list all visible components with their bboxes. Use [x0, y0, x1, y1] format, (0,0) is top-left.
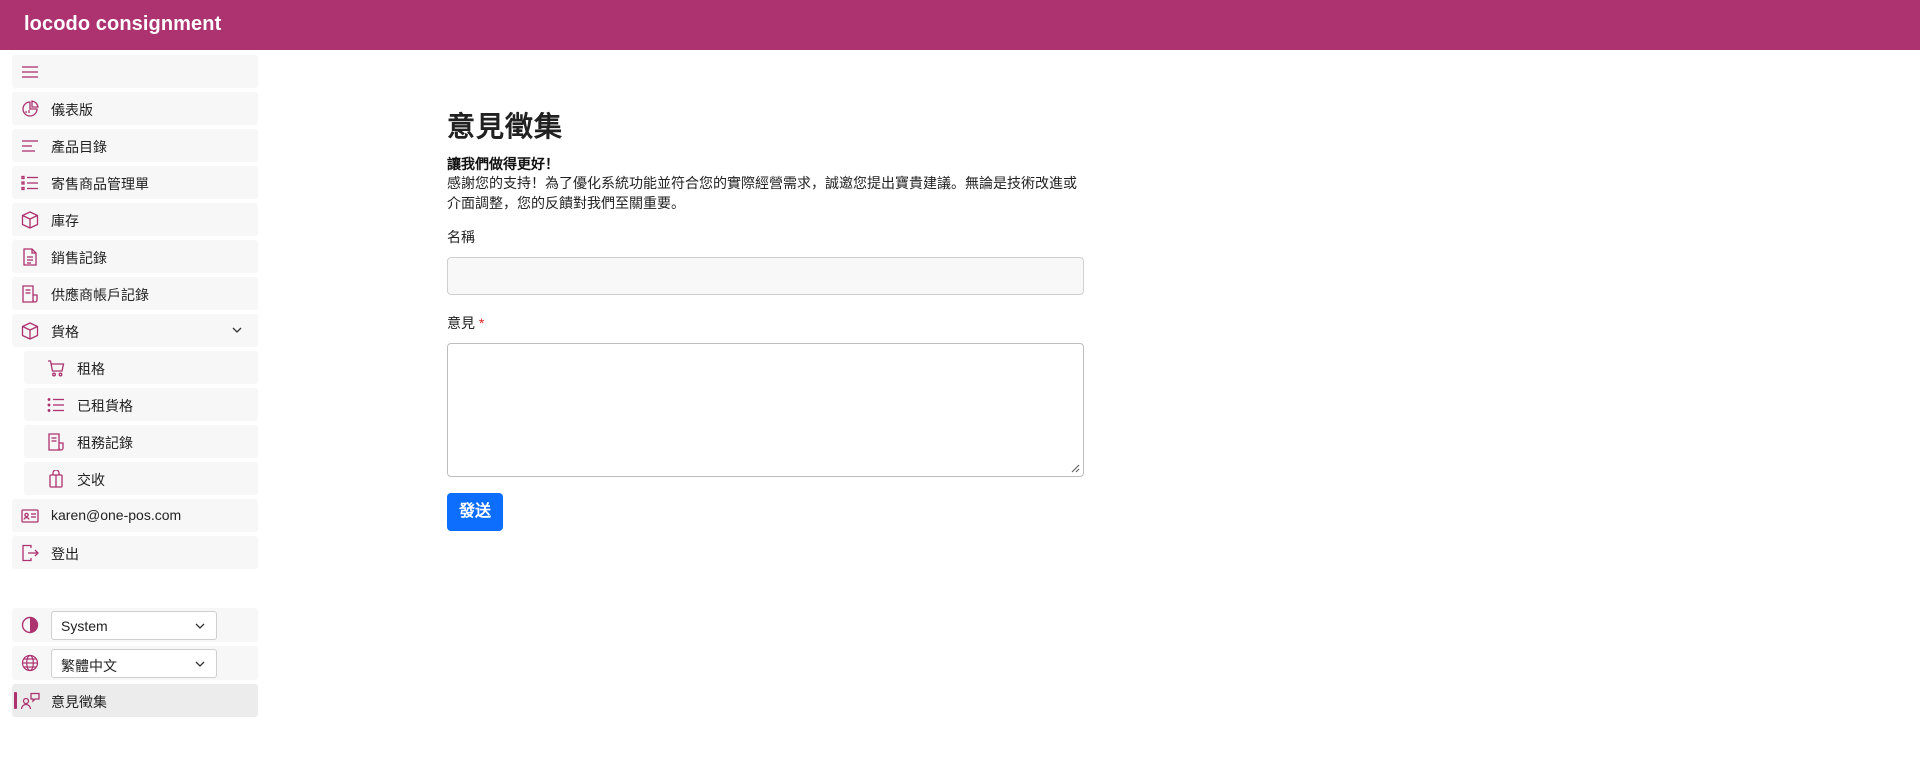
comment-label: 意見 *: [447, 313, 1084, 333]
receipt-icon: [46, 432, 66, 452]
cart-icon: [46, 358, 66, 378]
receipt-icon: [20, 284, 40, 304]
sidebar-item-catalog[interactable]: 產品目錄: [12, 129, 258, 162]
theme-select[interactable]: System: [51, 611, 217, 640]
chevron-down-icon: [232, 327, 242, 333]
box-icon: [20, 210, 40, 230]
app-title[interactable]: locodo consignment: [24, 13, 221, 36]
sidebar-item-label: 儀表版: [51, 102, 93, 118]
feedback-icon: [20, 691, 40, 711]
language-select[interactable]: 繁體中文: [51, 649, 217, 678]
box-icon: [20, 321, 40, 341]
language-row: 繁體中文: [12, 646, 258, 680]
theme-select-value: System: [61, 618, 108, 634]
sidebar-item-logout[interactable]: 登出: [12, 536, 258, 569]
sidebar-subitem-handover[interactable]: 交收: [24, 462, 258, 495]
sidebar-item-account[interactable]: karen@one-pos.com: [12, 499, 258, 532]
name-field[interactable]: [447, 257, 1084, 295]
list-icon: [20, 173, 40, 193]
sidebar-subitem-rented-shelves[interactable]: 已租貨格: [24, 388, 258, 421]
globe-icon: [20, 653, 40, 673]
name-label-text: 名稱: [447, 229, 475, 245]
sidebar-item-consignment-orders[interactable]: 寄售商品管理單: [12, 166, 258, 199]
sidebar-item-supplier-accounts[interactable]: 供應商帳戶記錄: [12, 277, 258, 310]
sidebar-item-feedback[interactable]: 意見徵集: [12, 684, 258, 717]
name-label: 名稱: [447, 227, 1084, 247]
feedback-form: 意見徵集 讓我們做得更好！ 感謝您的支持！為了優化系統功能並符合您的實際經營需求…: [447, 105, 1084, 531]
sidebar-item-label: 貨格: [51, 324, 79, 340]
sidebar-subitem-rental-records[interactable]: 租務記錄: [24, 425, 258, 458]
hamburger-icon: [20, 62, 40, 82]
chevron-down-icon: [195, 623, 205, 629]
logout-icon: [20, 543, 40, 563]
contrast-icon: [20, 615, 40, 635]
comment-textarea[interactable]: [447, 343, 1084, 477]
sidebar-item-label: 銷售記錄: [51, 250, 107, 266]
sidebar-item-label: 意見徵集: [51, 694, 107, 710]
language-select-value: 繁體中文: [61, 658, 117, 674]
chevron-down-icon: [195, 661, 205, 667]
menu-toggle-button[interactable]: [12, 55, 258, 88]
sidebar-item-label: 已租貨格: [77, 398, 133, 414]
required-mark: *: [478, 315, 485, 331]
theme-row: System: [12, 608, 258, 642]
sidebar-item-label: 供應商帳戶記錄: [51, 287, 149, 303]
id-card-icon: [20, 506, 40, 526]
resize-handle-icon[interactable]: [1070, 463, 1080, 473]
lines-icon: [20, 136, 40, 156]
sidebar-item-inventory[interactable]: 庫存: [12, 203, 258, 236]
top-bar: locodo consignment: [0, 0, 1920, 50]
submit-button[interactable]: 發送: [447, 493, 504, 531]
sidebar-item-shelves[interactable]: 貨格: [12, 314, 258, 347]
lead-text: 讓我們做得更好！: [447, 156, 559, 172]
sidebar-item-label: 登出: [51, 546, 79, 562]
description-text: 感謝您的支持！為了優化系統功能並符合您的實際經營需求，誠邀您提出寶貴建議。無論是…: [447, 175, 1077, 211]
sidebar-subitem-rent-shelf[interactable]: 租格: [24, 351, 258, 384]
bag-icon: [46, 469, 66, 489]
document-icon: [20, 247, 40, 267]
dashboard-icon: [20, 99, 40, 119]
account-email: karen@one-pos.com: [51, 507, 182, 523]
sidebar-item-label: 交收: [77, 472, 105, 488]
list-icon: [46, 395, 66, 415]
sidebar-item-label: 租格: [77, 361, 105, 377]
sidebar-item-label: 庫存: [51, 213, 79, 229]
sidebar-item-sales-records[interactable]: 銷售記錄: [12, 240, 258, 273]
comment-label-text: 意見: [447, 315, 475, 331]
sidebar-item-label: 租務記錄: [77, 435, 133, 451]
page-title: 意見徵集: [447, 111, 564, 142]
sidebar-item-dashboard[interactable]: 儀表版: [12, 92, 258, 125]
sidebar-item-label: 寄售商品管理單: [51, 176, 149, 192]
sidebar-item-label: 產品目錄: [51, 139, 107, 155]
